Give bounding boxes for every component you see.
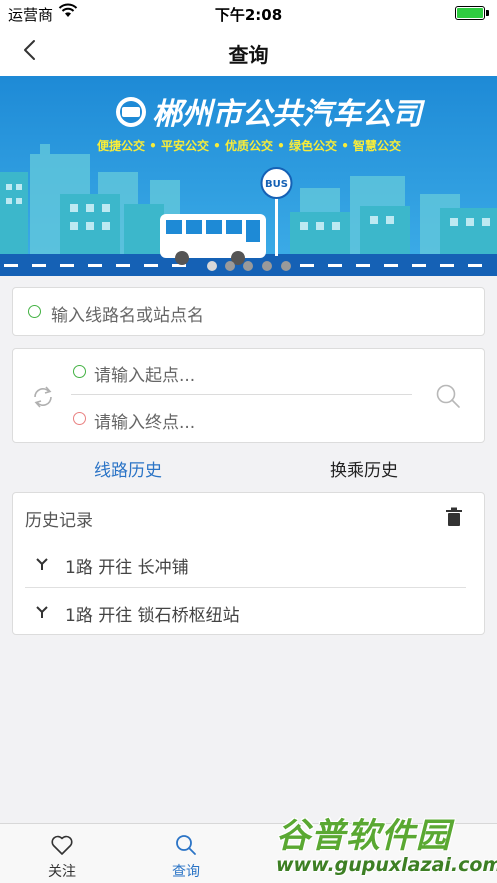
battery-tip <box>486 10 489 16</box>
search-icon[interactable] <box>434 382 462 414</box>
end-point-input[interactable]: 请输入终点... <box>71 396 412 442</box>
start-placeholder: 请输入起点... <box>94 366 196 386</box>
history-item[interactable]: 1路 开往 锁石桥枢纽站 <box>25 589 466 636</box>
status-bar: 运营商 下午2:08 <box>0 0 497 28</box>
search-dot-icon <box>28 305 41 318</box>
heart-icon <box>51 835 73 855</box>
tab-query-label: 查询 <box>172 864 200 880</box>
tab-follow-label: 关注 <box>48 864 76 880</box>
start-point-input[interactable]: 请输入起点... <box>71 349 412 395</box>
company-logo-icon <box>116 97 146 127</box>
end-dot-icon <box>73 412 86 425</box>
line-search-placeholder: 输入线路名或站点名 <box>51 306 204 326</box>
bus-illustration <box>160 214 266 265</box>
bus-sign-text: BUS <box>265 179 288 190</box>
history-tabs: 线路历史 换乘历史 <box>12 452 485 484</box>
watermark-name: 谷普软件园 <box>276 816 451 856</box>
company-name: 郴州市公共汽车公司 <box>152 97 426 132</box>
start-dot-icon <box>73 365 86 378</box>
status-time: 下午2:08 <box>214 6 283 24</box>
route-fork-icon <box>35 556 49 575</box>
trash-icon[interactable] <box>445 507 463 531</box>
history-item-text: 1路 开往 长冲铺 <box>65 558 189 578</box>
company-banner: 郴州市公共汽车公司 便捷公交 • 平安公交 • 优质公交 • 绿色公交 • 智慧… <box>0 76 497 276</box>
swap-icon[interactable] <box>29 383 57 415</box>
history-header: 历史记录 <box>25 511 93 531</box>
page-title: 查询 <box>228 43 269 67</box>
line-search-input[interactable]: 输入线路名或站点名 <box>12 287 485 336</box>
history-item-text: 1路 开往 锁石桥枢纽站 <box>65 606 240 626</box>
battery-icon <box>455 6 485 20</box>
route-planner: 请输入起点... 请输入终点... <box>12 348 485 443</box>
watermark-url: www.gupuxlazai.com <box>276 854 497 876</box>
end-placeholder: 请输入终点... <box>94 413 196 433</box>
history-item[interactable]: 1路 开往 长冲铺 <box>25 541 466 588</box>
search-icon <box>176 835 196 855</box>
site-watermark: 谷普软件园 www.gupuxlazai.com <box>270 804 497 883</box>
tab-follow[interactable]: 关注 <box>0 824 124 883</box>
company-slogan: 便捷公交 • 平安公交 • 优质公交 • 绿色公交 • 智慧公交 <box>97 138 401 153</box>
tab-line-history[interactable]: 线路历史 <box>94 456 162 481</box>
route-fork-icon <box>35 604 49 623</box>
history-panel: 历史记录 1路 开往 长冲铺 1路 开往 锁石桥枢纽站 <box>12 492 485 635</box>
tab-query[interactable]: 查询 <box>124 824 248 883</box>
nav-bar: 查询 <box>0 28 497 76</box>
tab-transfer-history[interactable]: 换乘历史 <box>330 456 398 481</box>
